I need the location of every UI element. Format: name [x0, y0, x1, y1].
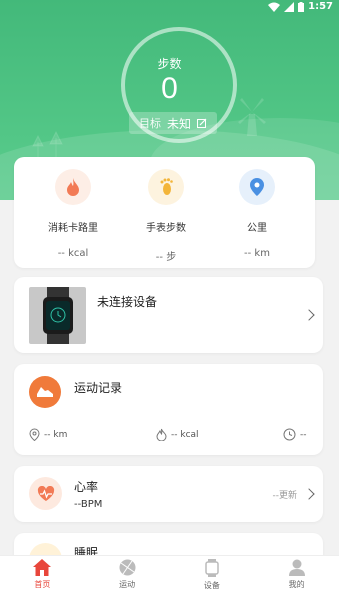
tab-sport[interactable]: 运动 [85, 556, 170, 596]
daily-stats-card: 消耗卡路里 -- kcal 手表步数 -- 步 公里 -- km [14, 157, 315, 268]
location-pin-icon [239, 169, 275, 205]
stat-distance[interactable]: 公里 -- km [212, 169, 302, 259]
location-pin-icon [29, 428, 40, 441]
status-bar: 1:57 [0, 0, 339, 14]
home-icon [33, 559, 52, 576]
signal-icon [284, 1, 295, 12]
footprint-icon [148, 169, 184, 205]
stat-name: 消耗卡路里 [48, 223, 98, 234]
goal-value: 未知 [166, 116, 191, 131]
stat-value: -- kcal [57, 248, 89, 259]
stat-value: -- km [244, 248, 270, 259]
record-calories-value: -- kcal [171, 429, 199, 440]
stat-name: 手表步数 [146, 223, 186, 234]
heart-rate-icon [29, 477, 62, 510]
clock-icon [283, 428, 296, 441]
goal-edit-button[interactable]: 目标 未知 [129, 112, 217, 134]
record-calories: -- kcal [156, 428, 199, 441]
chevron-right-icon [303, 488, 315, 500]
ball-icon [119, 559, 136, 576]
device-status: 未连接设备 [97, 295, 158, 309]
wifi-icon [268, 2, 281, 12]
record-title: 运动记录 [74, 381, 123, 395]
record-duration: -- [283, 428, 307, 441]
tab-home[interactable]: 首页 [0, 556, 85, 596]
stat-calories[interactable]: 消耗卡路里 -- kcal [28, 169, 118, 259]
device-card[interactable]: 未连接设备 [14, 277, 323, 353]
tab-device[interactable]: 设备 [170, 556, 255, 596]
heart-rate-title: 心率 [74, 480, 99, 494]
edit-icon [197, 118, 207, 128]
flame-icon [156, 428, 167, 441]
user-icon [288, 559, 305, 576]
exercise-record-card[interactable]: 运动记录 -- km -- kcal -- [14, 364, 323, 455]
tab-label: 设备 [203, 581, 220, 590]
record-distance: -- km [29, 428, 67, 441]
battery-icon [298, 1, 305, 12]
tab-label: 首页 [34, 580, 51, 589]
chevron-right-icon [303, 309, 315, 321]
watch-image [29, 287, 86, 344]
stat-name: 公里 [247, 223, 267, 234]
record-duration-value: -- [300, 429, 307, 440]
stat-value: -- 步 [155, 252, 177, 263]
flame-icon [55, 169, 91, 205]
heart-rate-update-time: --更新 [272, 491, 298, 501]
status-time: 1:57 [308, 1, 333, 12]
goal-label: 目标 [138, 117, 161, 130]
heart-rate-value: --BPM [74, 499, 103, 510]
steps-value: 0 [161, 72, 178, 105]
trees-icon [32, 130, 63, 158]
record-distance-value: -- km [44, 429, 68, 440]
bottom-tab-bar: 首页 运动 设备 我的 [0, 555, 339, 596]
tab-label: 我的 [288, 580, 305, 589]
running-shoe-icon [29, 376, 61, 408]
steps-label: 步数 [157, 57, 182, 71]
tab-label: 运动 [119, 580, 136, 589]
heart-rate-card[interactable]: 心率 --BPM --更新 [14, 466, 323, 522]
watch-icon [205, 559, 219, 577]
stat-watch-steps[interactable]: 手表步数 -- 步 [121, 169, 211, 263]
tab-profile[interactable]: 我的 [254, 556, 339, 596]
